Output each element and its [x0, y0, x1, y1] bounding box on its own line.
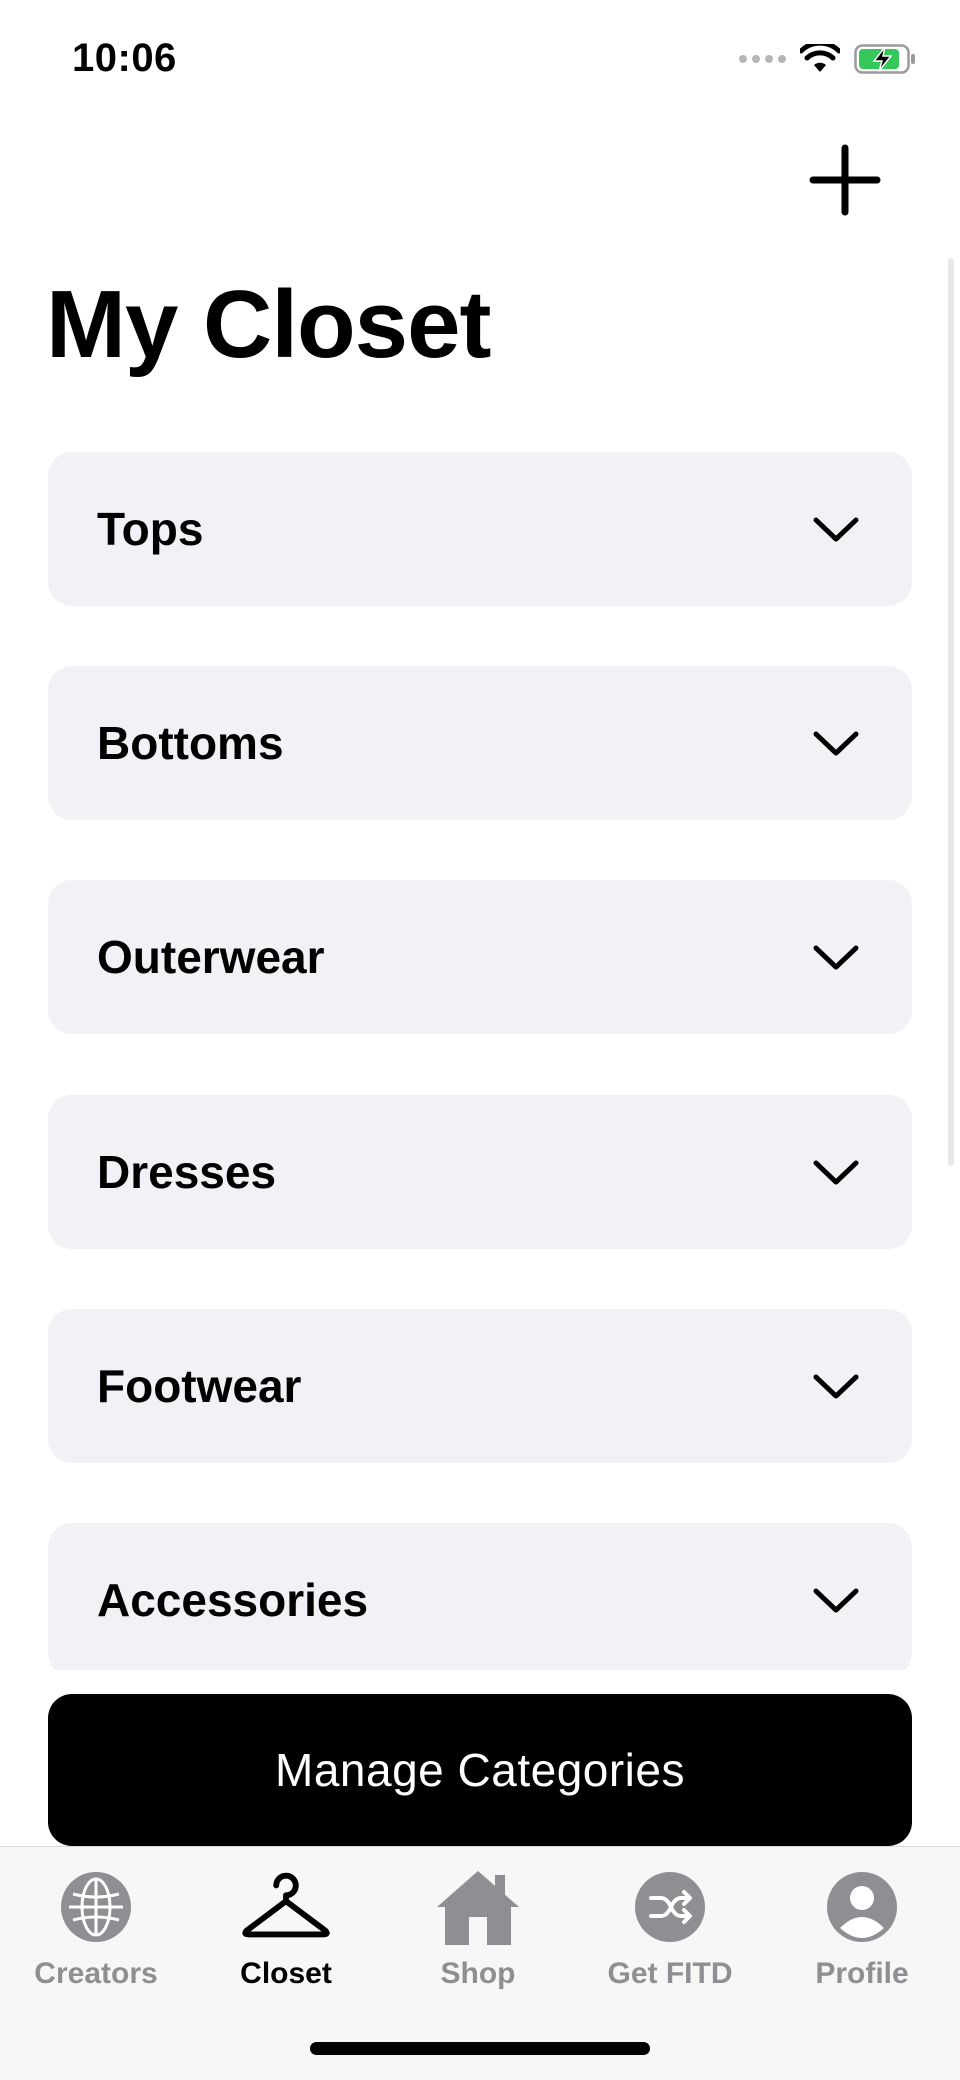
tab-label: Get FITD — [607, 1957, 733, 1990]
manage-categories-button[interactable]: Manage Categories — [48, 1694, 912, 1846]
category-footwear[interactable]: Footwear — [48, 1309, 912, 1463]
category-label: Bottoms — [97, 717, 284, 769]
page-title: My Closet — [46, 271, 491, 378]
house-icon — [437, 1871, 519, 1945]
person-icon — [827, 1872, 897, 1942]
category-outerwear[interactable]: Outerwear — [48, 880, 912, 1034]
tab-label: Creators — [34, 1957, 158, 1990]
plus-icon — [809, 144, 881, 216]
category-label: Dresses — [97, 1146, 277, 1198]
chevron-down-icon — [813, 945, 859, 970]
tab-profile[interactable]: Profile — [766, 1847, 958, 2007]
chevron-down-icon — [813, 1160, 859, 1185]
chevron-down-icon — [813, 517, 859, 542]
chevron-down-icon — [813, 1374, 859, 1399]
category-list: Tops Bottoms Outerwear Dresses Footwear … — [48, 452, 912, 1670]
status-time: 10:06 — [72, 36, 177, 80]
status-icons — [739, 44, 916, 74]
hanger-icon — [242, 1872, 330, 1938]
chevron-down-icon — [813, 731, 859, 756]
cellular-signal-icon — [739, 55, 786, 63]
category-tops[interactable]: Tops — [48, 452, 912, 606]
tab-creators[interactable]: Creators — [0, 1847, 192, 2007]
tab-get-fitd[interactable]: Get FITD — [574, 1847, 766, 2007]
tab-shop[interactable]: Shop — [382, 1847, 574, 2007]
status-bar: 10:06 — [0, 0, 960, 120]
home-indicator[interactable] — [310, 2042, 650, 2055]
shuffle-icon — [635, 1872, 705, 1942]
category-accessories[interactable]: Accessories — [48, 1523, 912, 1670]
chevron-down-icon — [813, 1588, 859, 1613]
tab-label: Profile — [815, 1957, 909, 1990]
tab-label: Shop — [440, 1957, 516, 1990]
category-dresses[interactable]: Dresses — [48, 1095, 912, 1249]
scroll-indicator[interactable] — [948, 258, 954, 1166]
wifi-icon — [800, 44, 840, 72]
tab-bar: Creators Closet Shop Get FITD Profile — [0, 1846, 960, 2080]
category-label: Outerwear — [97, 931, 325, 983]
category-bottoms[interactable]: Bottoms — [48, 666, 912, 820]
add-item-button[interactable] — [805, 140, 885, 220]
globe-icon — [61, 1872, 131, 1942]
tab-label: Closet — [240, 1957, 332, 1990]
tab-closet[interactable]: Closet — [190, 1847, 382, 2007]
category-label: Tops — [97, 503, 204, 555]
battery-charging-icon — [854, 44, 915, 74]
category-label: Footwear — [97, 1360, 302, 1412]
category-label: Accessories — [97, 1574, 369, 1626]
